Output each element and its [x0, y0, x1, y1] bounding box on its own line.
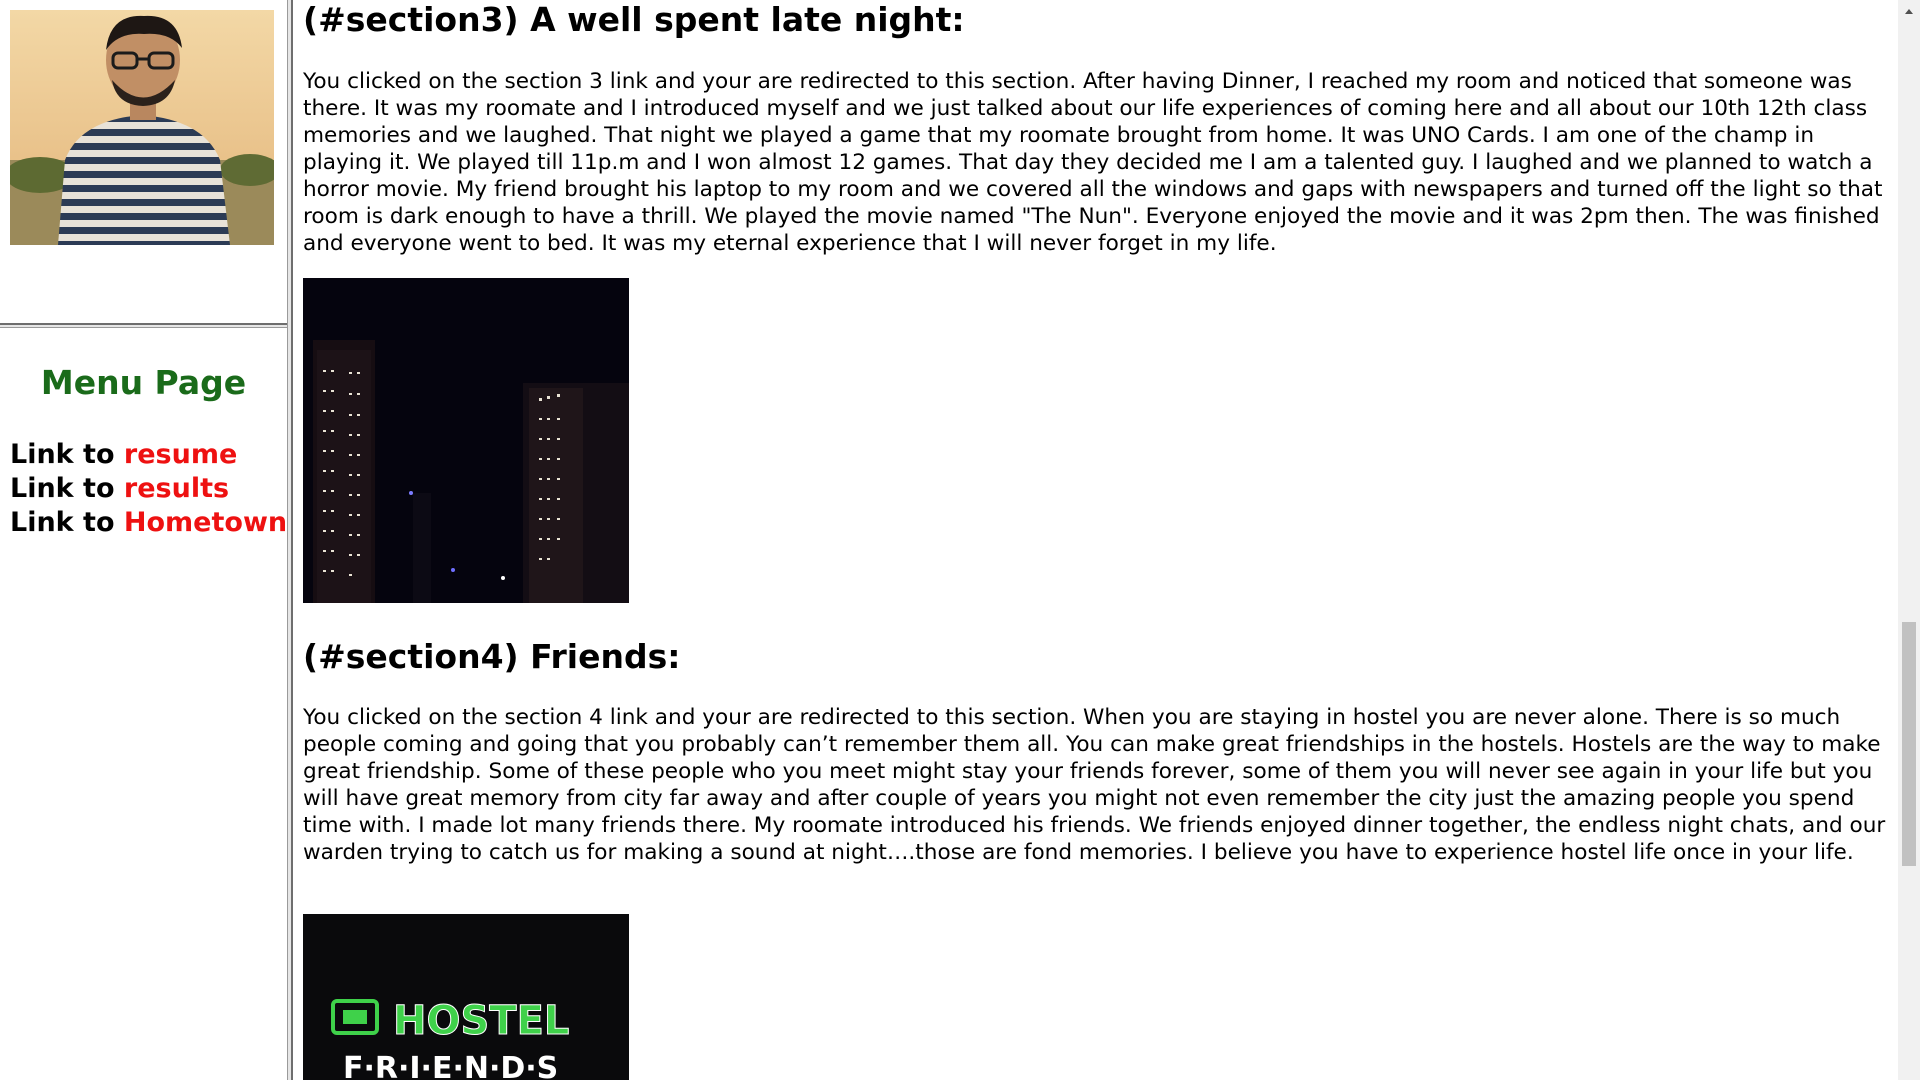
section3-heading: (#section3) A well spent late night: — [303, 0, 965, 39]
menu-item-prefix: Link to — [10, 439, 115, 470]
menu-title: Menu Page — [40, 363, 247, 402]
content-frame: (#section3) A well spent late night: You… — [293, 0, 1898, 1080]
resume-link[interactable]: resume — [124, 439, 237, 470]
menu-item-resume: Link to resume — [10, 439, 237, 470]
night-buildings-image — [303, 278, 629, 603]
friends-sign-word: F·R·I·E·N·D·S — [343, 1051, 558, 1080]
menu-item-prefix: Link to — [10, 473, 115, 504]
section3-text: You clicked on the section 3 link and yo… — [303, 69, 1883, 256]
hometown-link[interactable]: Hometown — [124, 507, 287, 538]
scroll-up-arrow-icon[interactable] — [1898, 0, 1920, 22]
menu-item-hometown: Link to Hometown — [10, 507, 287, 538]
menu-item-results: Link to results — [10, 473, 229, 504]
left-top-frame — [0, 0, 287, 323]
profile-photo — [10, 10, 274, 245]
hostel-friends-sign-image: HOSTEL F·R·I·E·N·D·S — [303, 914, 629, 1080]
hostel-sign-word: HOSTEL — [393, 998, 569, 1044]
results-link[interactable]: results — [124, 473, 229, 504]
menu-frame: Menu Page Link to resume Link to results… — [0, 328, 287, 1080]
scrollbar-thumb[interactable] — [1902, 622, 1916, 866]
section4-heading: (#section4) Friends: — [303, 637, 681, 676]
menu-item-prefix: Link to — [10, 507, 115, 538]
section4-text: You clicked on the section 4 link and yo… — [303, 705, 1886, 865]
vertical-scrollbar[interactable] — [1898, 0, 1920, 1080]
